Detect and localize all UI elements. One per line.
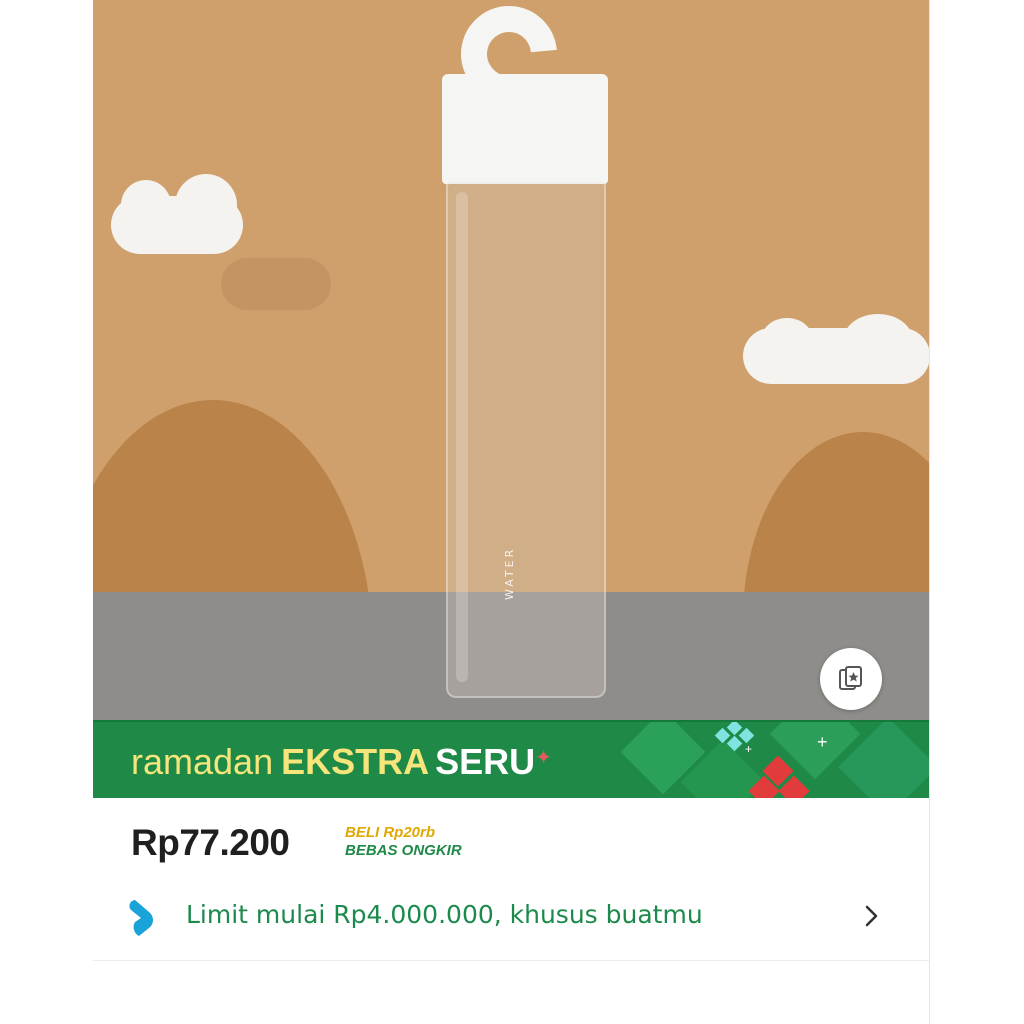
cloud: [111, 174, 243, 254]
promo-banner[interactable]: ramadan EKSTRA SERU✦ + +: [93, 720, 930, 798]
paylater-row[interactable]: Limit mulai Rp4.000.000, khusus buatmu: [93, 880, 930, 950]
product-image[interactable]: WATER: [93, 0, 930, 720]
cloud: [743, 314, 930, 384]
cloud-shadow: [221, 258, 331, 310]
product-page: WATER ramadan EKSTRA SERU✦ + + Rp77.200 BE…: [93, 0, 930, 1024]
free-shipping-line2: BEBAS ONGKIR: [345, 842, 462, 859]
chevron-right-icon[interactable]: [859, 902, 883, 930]
paylater-drop-icon: [129, 900, 153, 936]
divider: [929, 0, 930, 1024]
bottle-highlight: [456, 192, 468, 682]
favorite-button[interactable]: [820, 648, 882, 710]
bookmark-star-icon: [839, 666, 862, 690]
bottle-print: WATER: [503, 546, 516, 600]
decorative-diamond-teal: [738, 727, 755, 744]
free-shipping-line1: BELI Rp20rb: [345, 824, 436, 841]
promo-word-ekstra: EKSTRA: [281, 741, 430, 782]
bottle-cap: [442, 74, 608, 184]
sparkle-icon: +: [745, 742, 753, 756]
promo-word-seru: SERU: [435, 741, 536, 782]
divider: [93, 960, 930, 961]
sparkle-icon: ✦: [535, 747, 552, 769]
free-shipping-badge: BELI Rp20rb BEBAS ONGKIR: [345, 824, 462, 860]
product-price: Rp77.200: [131, 822, 290, 863]
sparkle-icon: +: [817, 732, 828, 752]
bottle-body: [446, 182, 606, 698]
paylater-text: Limit mulai Rp4.000.000, khusus buatmu: [186, 900, 703, 929]
promo-word-ramadan: ramadan: [131, 741, 274, 782]
promo-title: ramadan EKSTRA SERU✦: [131, 742, 552, 788]
